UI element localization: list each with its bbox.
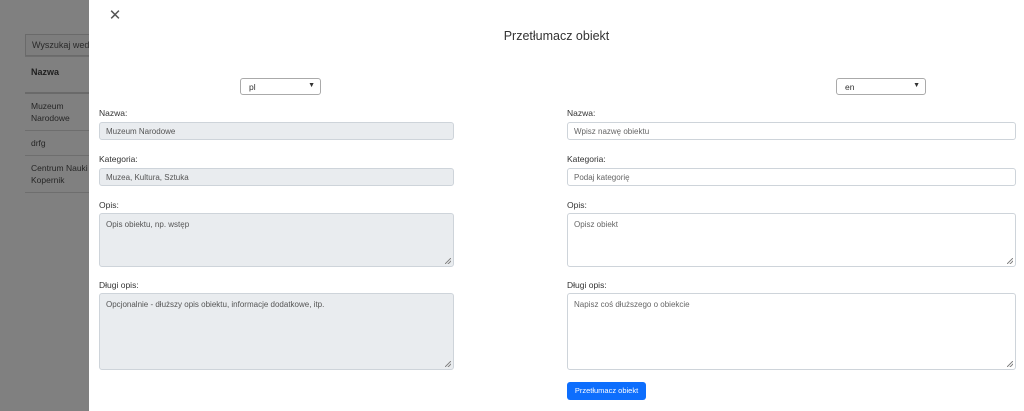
chevron-down-icon: ▼: [913, 82, 920, 89]
translate-submit-button[interactable]: Przetłumacz obiekt: [567, 382, 646, 400]
target-long-description-placeholder: Napisz coś dłuższego o obiekcie: [574, 300, 690, 309]
target-long-description-label: Długi opis:: [567, 280, 607, 290]
target-description-placeholder: Opisz obiekt: [574, 220, 619, 229]
target-description-label: Opis:: [567, 200, 587, 210]
source-long-description-text: Opcjonalnie - dłuższy opis obiektu, info…: [106, 300, 325, 309]
target-category-input[interactable]: Podaj kategorię: [567, 168, 1016, 186]
source-name-label: Nazwa:: [99, 108, 128, 118]
target-long-description-textarea[interactable]: Napisz coś dłuższego o obiekcie: [567, 293, 1016, 370]
source-name-field: Muzeum Narodowe: [99, 122, 454, 140]
target-name-input[interactable]: Wpisz nazwę obiektu: [567, 122, 1016, 140]
close-icon[interactable]: ✕: [107, 8, 123, 24]
modal-title: Przetłumacz obiekt: [503, 29, 610, 43]
source-long-description-label: Długi opis:: [99, 280, 139, 290]
resize-grip-icon[interactable]: [1007, 258, 1013, 264]
target-name-label: Nazwa:: [567, 108, 596, 118]
resize-grip-icon: [445, 258, 451, 264]
source-long-description-field: Opcjonalnie - dłuższy opis obiektu, info…: [99, 293, 454, 370]
resize-grip-icon[interactable]: [1007, 361, 1013, 367]
translate-modal: ✕ Przetłumacz obiekt pl ▼ Nazwa: Muzeum …: [89, 0, 1024, 411]
target-description-textarea[interactable]: Opisz obiekt: [567, 213, 1016, 267]
target-category-label: Kategoria:: [567, 154, 606, 164]
target-language-value: en: [845, 82, 855, 92]
source-description-label: Opis:: [99, 200, 119, 210]
source-category-field: Muzea, Kultura, Sztuka: [99, 168, 454, 186]
resize-grip-icon: [445, 361, 451, 367]
chevron-down-icon: ▼: [308, 82, 315, 89]
source-description-field: Opis obiektu, np. wstęp: [99, 213, 454, 267]
source-language-select[interactable]: pl ▼: [240, 78, 321, 95]
source-category-label: Kategoria:: [99, 154, 138, 164]
target-language-select[interactable]: en ▼: [836, 78, 926, 95]
source-description-text: Opis obiektu, np. wstęp: [106, 220, 190, 229]
source-language-value: pl: [249, 82, 256, 92]
